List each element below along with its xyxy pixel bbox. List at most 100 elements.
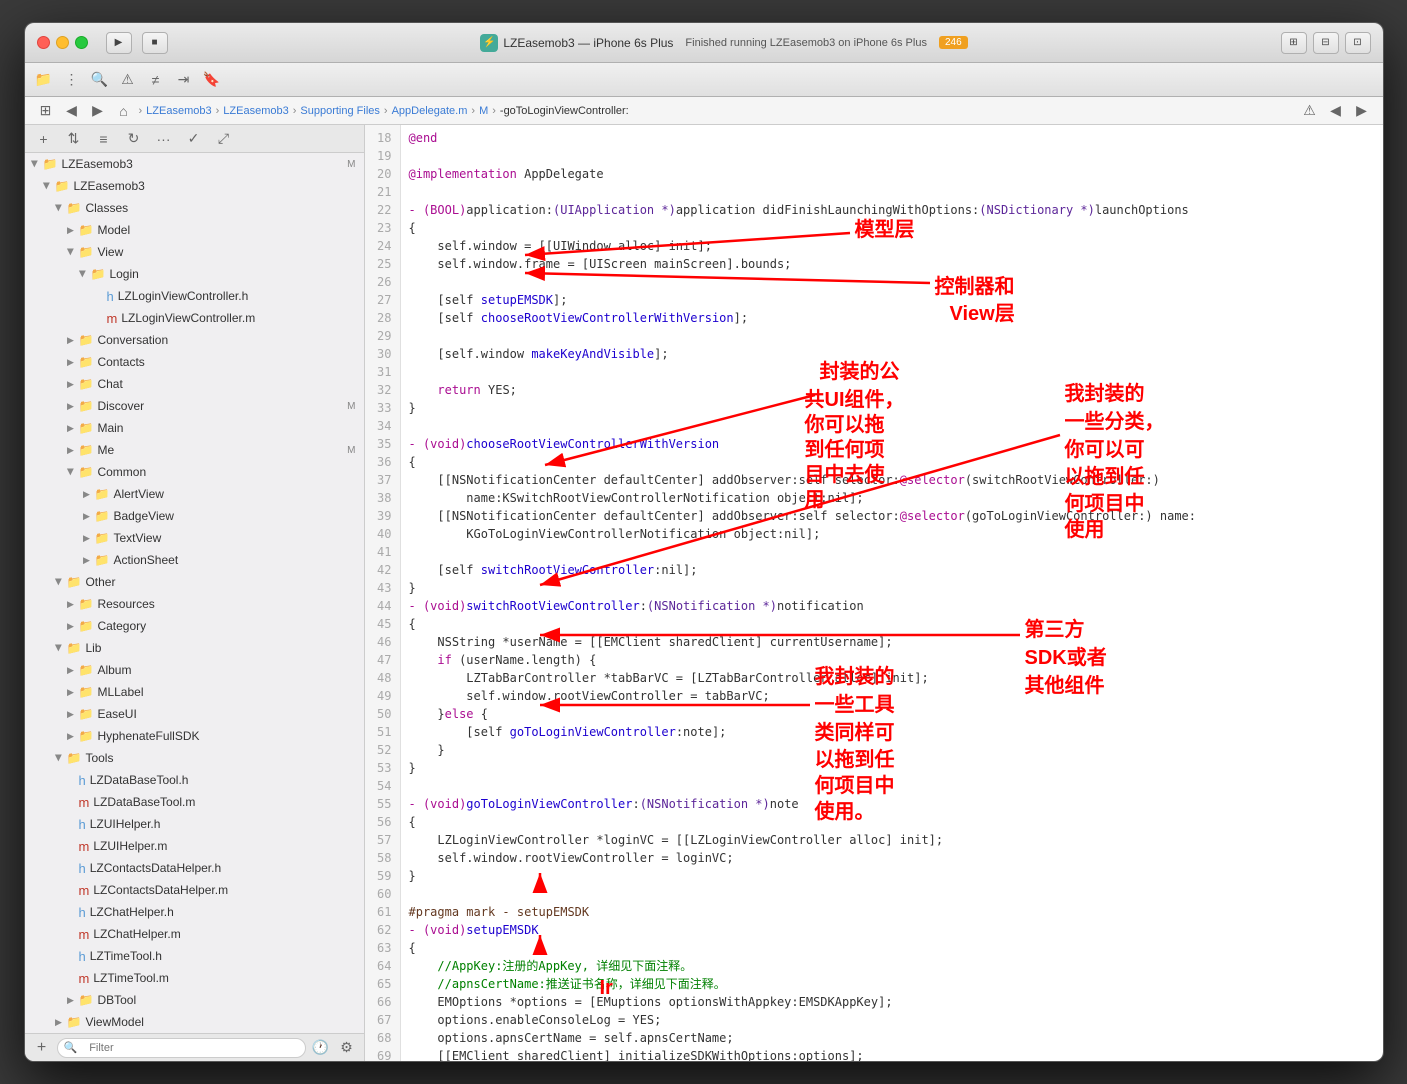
tree-item-category[interactable]: ▶ 📁 Category xyxy=(25,615,364,637)
tree-item-chat[interactable]: ▶ 📁 Chat xyxy=(25,373,364,395)
tree-item-common[interactable]: ▶ 📁 Common xyxy=(25,461,364,483)
clock-icon[interactable]: 🕐 xyxy=(310,1037,332,1059)
tree-item-alertview[interactable]: ▶ 📁 AlertView xyxy=(25,483,364,505)
filter-input[interactable] xyxy=(81,1039,298,1057)
breadcrumb-appdelegate[interactable]: AppDelegate.m xyxy=(392,105,468,117)
tree-item-easeui[interactable]: ▶ 📁 EaseUI xyxy=(25,703,364,725)
search-icon[interactable]: 🔍 xyxy=(89,69,111,91)
breadcrumb-m[interactable]: M xyxy=(479,105,488,117)
expand-icon[interactable]: ⤢ xyxy=(213,128,235,150)
filter-icon[interactable]: ≡ xyxy=(93,128,115,150)
tree-item-textview[interactable]: ▶ 📁 TextView xyxy=(25,527,364,549)
jump-icon[interactable]: ⇥ xyxy=(173,69,195,91)
tree-item-lzchat-h[interactable]: ▶ h LZChatHelper.h xyxy=(25,901,364,923)
tree-label: LZDataBaseTool.m xyxy=(93,795,195,809)
tree-label: Tools xyxy=(85,751,113,765)
breadcrumb-lzeasemob3-2[interactable]: LZEasemob3 xyxy=(223,105,288,117)
tree-item-view[interactable]: ▶ 📁 View xyxy=(25,241,364,263)
layout-btn-1[interactable]: ⊞ xyxy=(1281,32,1307,54)
folder-icon: 📁 xyxy=(67,751,82,765)
layout-btn-2[interactable]: ⊟ xyxy=(1313,32,1339,54)
more-icon[interactable]: ··· xyxy=(153,128,175,150)
close-button[interactable] xyxy=(37,36,50,49)
tree-item-lzeasemob3[interactable]: ▶ 📁 LZEasemob3 xyxy=(25,175,364,197)
error-nav-icon[interactable]: ◀ xyxy=(1325,100,1347,122)
tree-item-lzuihelper-h[interactable]: ▶ h LZUIHelper.h xyxy=(25,813,364,835)
tree-arrow: ▶ xyxy=(65,620,77,632)
tree-item-lib[interactable]: ▶ 📁 Lib xyxy=(25,637,364,659)
tree-item-conversation[interactable]: ▶ 📁 Conversation xyxy=(25,329,364,351)
tree-arrow: ▶ xyxy=(65,224,77,236)
tree-item-lzcontacts-h[interactable]: ▶ h LZContactsDataHelper.h xyxy=(25,857,364,879)
warning-nav-icon[interactable]: ⚠ xyxy=(1299,100,1321,122)
tree-item-root[interactable]: ▶ 📁 LZEasemob3 M xyxy=(25,153,364,175)
search-icon: 🔍 xyxy=(64,1041,78,1054)
tree-item-lzloginvc-m[interactable]: ▶ m LZLoginViewController.m xyxy=(25,307,364,329)
editor-scroll[interactable]: 1819202122 2324252627 2829303132 3334353… xyxy=(365,125,1383,1061)
tree-item-login[interactable]: ▶ 📁 Login xyxy=(25,263,364,285)
title-bar-center: ⚡ LZEasemob3 — iPhone 6s Plus Finished r… xyxy=(176,34,1273,52)
tree-item-lzuihelper-m[interactable]: ▶ m LZUIHelper.m xyxy=(25,835,364,857)
tree-label: LZChatHelper.m xyxy=(93,927,180,941)
tree-arrow: ▶ xyxy=(53,642,65,654)
tree-item-lztimetool-m[interactable]: ▶ m LZTimeTool.m xyxy=(25,967,364,989)
tree-item-dbtool[interactable]: ▶ 📁 DBTool xyxy=(25,989,364,1011)
code-editor[interactable]: 1819202122 2324252627 2829303132 3334353… xyxy=(365,125,1383,1061)
fullscreen-button[interactable] xyxy=(75,36,88,49)
tree-item-hyphenate[interactable]: ▶ 📁 HyphenateFullSDK xyxy=(25,725,364,747)
folder-icon[interactable]: 📁 xyxy=(33,69,55,91)
app-name: LZEasemob3 — iPhone 6s Plus xyxy=(503,36,673,50)
minimize-button[interactable] xyxy=(56,36,69,49)
tree-item-lzcontacts-m[interactable]: ▶ m LZContactsDataHelper.m xyxy=(25,879,364,901)
stop-button[interactable]: ■ xyxy=(142,32,168,54)
grid-icon[interactable]: ⊞ xyxy=(35,100,57,122)
folder-icon: 📁 xyxy=(67,201,82,215)
refresh-icon[interactable]: ↻ xyxy=(123,128,145,150)
tree-item-lzchat-m[interactable]: ▶ m LZChatHelper.m xyxy=(25,923,364,945)
checkmark-icon[interactable]: ✓ xyxy=(183,128,205,150)
next-nav-icon[interactable]: ▶ xyxy=(1351,100,1373,122)
tree-item-lzdatabasetool-m[interactable]: ▶ m LZDataBaseTool.m xyxy=(25,791,364,813)
folder-icon: 📁 xyxy=(79,597,94,611)
settings-icon[interactable]: ⚙ xyxy=(336,1037,358,1059)
tree-item-contacts[interactable]: ▶ 📁 Contacts xyxy=(25,351,364,373)
tree-item-mllabel[interactable]: ▶ 📁 MLLabel xyxy=(25,681,364,703)
warning-icon[interactable]: ⚠ xyxy=(117,69,139,91)
tree-label: Classes xyxy=(85,201,128,215)
tree-item-album[interactable]: ▶ 📁 Album xyxy=(25,659,364,681)
tree-item-main[interactable]: ▶ 📁 Main xyxy=(25,417,364,439)
tree-label: DBTool xyxy=(97,993,136,1007)
breadcrumb-supporting[interactable]: Supporting Files xyxy=(300,105,380,117)
tree-item-model[interactable]: ▶ 📁 Model xyxy=(25,219,364,241)
add-file-icon[interactable]: + xyxy=(33,128,55,150)
tree-item-lzloginvc-h[interactable]: ▶ h LZLoginViewController.h xyxy=(25,285,364,307)
tree-item-actionsheet[interactable]: ▶ 📁 ActionSheet xyxy=(25,549,364,571)
breadcrumb-method[interactable]: -goToLoginViewController: xyxy=(500,105,629,117)
tree-item-resources[interactable]: ▶ 📁 Resources xyxy=(25,593,364,615)
forward-btn[interactable]: ▶ xyxy=(87,100,109,122)
home-btn[interactable]: ⌂ xyxy=(113,100,135,122)
tree-item-other[interactable]: ▶ 📁 Other xyxy=(25,571,364,593)
breadcrumb-lzeasemob3-1[interactable]: LZEasemob3 xyxy=(146,105,211,117)
back-btn[interactable]: ◀ xyxy=(61,100,83,122)
tree-item-lztimetool-h[interactable]: ▶ h LZTimeTool.h xyxy=(25,945,364,967)
sort-icon[interactable]: ⇅ xyxy=(63,128,85,150)
tree-label: LZContactsDataHelper.m xyxy=(93,883,228,897)
tree-arrow: ▶ xyxy=(65,356,77,368)
tree-item-badgeview[interactable]: ▶ 📁 BadgeView xyxy=(25,505,364,527)
add-item-icon[interactable]: + xyxy=(31,1037,53,1059)
play-button[interactable]: ▶ xyxy=(106,32,132,54)
code-content[interactable]: @end @implementation AppDelegate - (BOOL… xyxy=(401,125,1383,1061)
diff-icon[interactable]: ≠ xyxy=(145,69,167,91)
tree-item-tools[interactable]: ▶ 📁 Tools xyxy=(25,747,364,769)
tree-item-classes[interactable]: ▶ 📁 Classes xyxy=(25,197,364,219)
tree-item-me[interactable]: ▶ 📁 Me M xyxy=(25,439,364,461)
folder-icon: 📁 xyxy=(95,509,110,523)
bookmark-icon[interactable]: 🔖 xyxy=(201,69,223,91)
tree-item-discover[interactable]: ▶ 📁 Discover M xyxy=(25,395,364,417)
hierarchy-icon[interactable]: ⋮ xyxy=(61,69,83,91)
tree-item-lzdatabasetool-h[interactable]: ▶ h LZDataBaseTool.h xyxy=(25,769,364,791)
warning-count[interactable]: 246 xyxy=(939,36,968,49)
layout-btn-3[interactable]: ⊡ xyxy=(1345,32,1371,54)
tree-item-viewmodel[interactable]: ▶ 📁 ViewModel xyxy=(25,1011,364,1033)
